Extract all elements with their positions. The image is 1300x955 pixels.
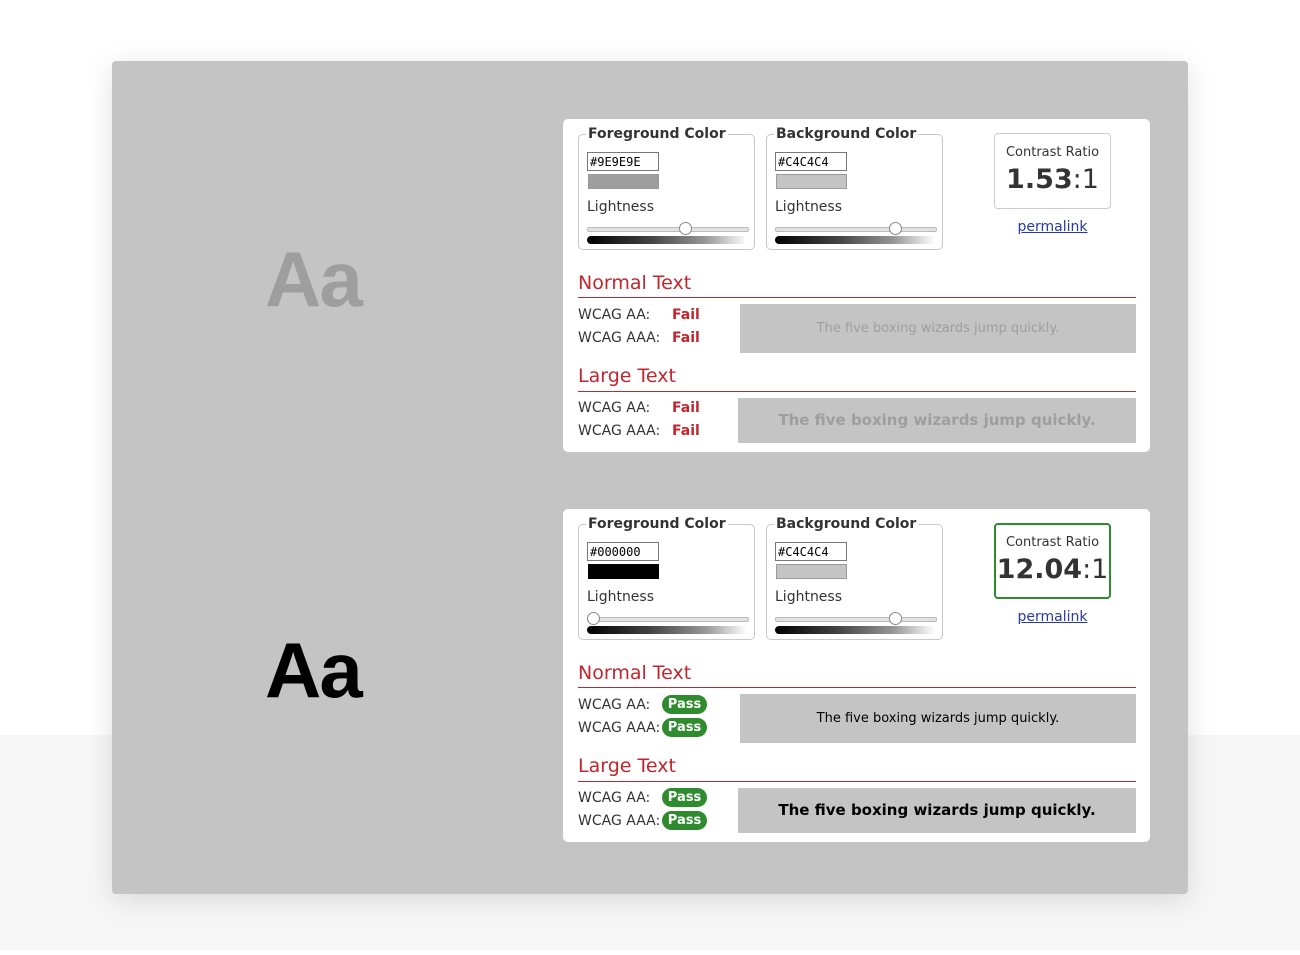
background-lightness-gradient [775,236,935,244]
background-color-swatch[interactable] [776,564,847,579]
contrast-ratio-box: Contrast Ratio 1.53:1 [994,133,1111,209]
contrast-ratio-label: Contrast Ratio [1005,535,1100,550]
background-lightness-label: Lightness [775,589,843,605]
permalink-link[interactable]: permalink [994,219,1111,235]
normal-wcag-aa-label: WCAG AA: [578,307,651,323]
contrast-checker-card: Foreground Color Lightness Background Co… [563,509,1150,842]
foreground-color-legend: Foreground Color [586,126,728,142]
large-text-heading: Large Text [578,755,676,777]
foreground-lightness-thumb[interactable] [587,612,600,625]
normal-text-heading: Normal Text [578,272,692,294]
background-hex-input[interactable] [775,542,847,561]
background-color-group: Background Color Lightness [766,516,943,640]
large-text-divider [578,391,1136,392]
foreground-color-swatch[interactable] [588,174,659,189]
large-wcag-aaa-label: WCAG AAA: [578,813,661,829]
background-lightness-thumb[interactable] [889,222,902,235]
normal-text-divider [578,687,1136,688]
foreground-lightness-gradient [587,236,747,244]
large-wcag-aaa-result: Pass [662,811,707,830]
foreground-lightness-thumb[interactable] [679,222,692,235]
permalink-link[interactable]: permalink [994,609,1111,625]
normal-text-preview: The five boxing wizards jump quickly. [740,694,1136,743]
contrast-ratio-box: Contrast Ratio 12.04:1 [994,523,1111,599]
large-wcag-aaa-label: WCAG AAA: [578,423,661,439]
large-wcag-aa-label: WCAG AA: [578,400,651,416]
foreground-lightness-slider[interactable] [587,617,749,622]
normal-wcag-aa-result: Pass [662,695,707,714]
large-wcag-aaa-result: Fail [672,423,700,439]
large-wcag-aa-label: WCAG AA: [578,790,651,806]
background-color-swatch[interactable] [776,174,847,189]
foreground-hex-input[interactable] [587,152,659,171]
background-color-group: Background Color Lightness [766,126,943,250]
normal-wcag-aaa-label: WCAG AAA: [578,330,661,346]
contrast-ratio-label: Contrast Ratio [1005,145,1100,160]
contrast-checker-card: Foreground Color Lightness Background Co… [563,119,1150,452]
large-text-divider [578,781,1136,782]
contrast-ratio-number: 12.04 [996,554,1083,585]
background-hex-input[interactable] [775,152,847,171]
normal-text-heading: Normal Text [578,662,692,684]
foreground-lightness-label: Lightness [587,199,655,215]
background-lightness-thumb[interactable] [889,612,902,625]
background-lightness-slider[interactable] [775,617,937,622]
background-lightness-gradient [775,626,935,634]
foreground-hex-input[interactable] [587,542,659,561]
contrast-ratio-suffix: :1 [1082,554,1109,585]
normal-wcag-aa-result: Fail [672,307,700,323]
foreground-color-legend: Foreground Color [586,516,728,532]
normal-wcag-aaa-result: Pass [662,718,707,737]
foreground-lightness-label: Lightness [587,589,655,605]
large-text-preview: The five boxing wizards jump quickly. [738,788,1136,833]
foreground-lightness-slider[interactable] [587,227,749,232]
contrast-ratio-number: 1.53 [1006,164,1073,195]
normal-text-divider [578,297,1136,298]
large-text-preview: The five boxing wizards jump quickly. [738,398,1136,443]
sample-text-preview: Aa [265,235,363,323]
normal-wcag-aa-label: WCAG AA: [578,697,651,713]
foreground-color-group: Foreground Color Lightness [578,126,755,250]
foreground-lightness-gradient [587,626,747,634]
contrast-ratio-suffix: :1 [1072,164,1099,195]
normal-wcag-aaa-label: WCAG AAA: [578,720,661,736]
foreground-color-group: Foreground Color Lightness [578,516,755,640]
background-color-legend: Background Color [774,516,919,532]
large-text-heading: Large Text [578,365,676,387]
sample-text-preview: Aa [265,626,363,714]
large-wcag-aa-result: Fail [672,400,700,416]
foreground-color-swatch[interactable] [588,564,659,579]
background-lightness-label: Lightness [775,199,843,215]
contrast-ratio-value: 1.53:1 [995,164,1110,195]
large-wcag-aa-result: Pass [662,788,707,807]
contrast-ratio-value: 12.04:1 [996,554,1109,585]
normal-text-preview: The five boxing wizards jump quickly. [740,304,1136,353]
normal-wcag-aaa-result: Fail [672,330,700,346]
background-color-legend: Background Color [774,126,919,142]
background-lightness-slider[interactable] [775,227,937,232]
